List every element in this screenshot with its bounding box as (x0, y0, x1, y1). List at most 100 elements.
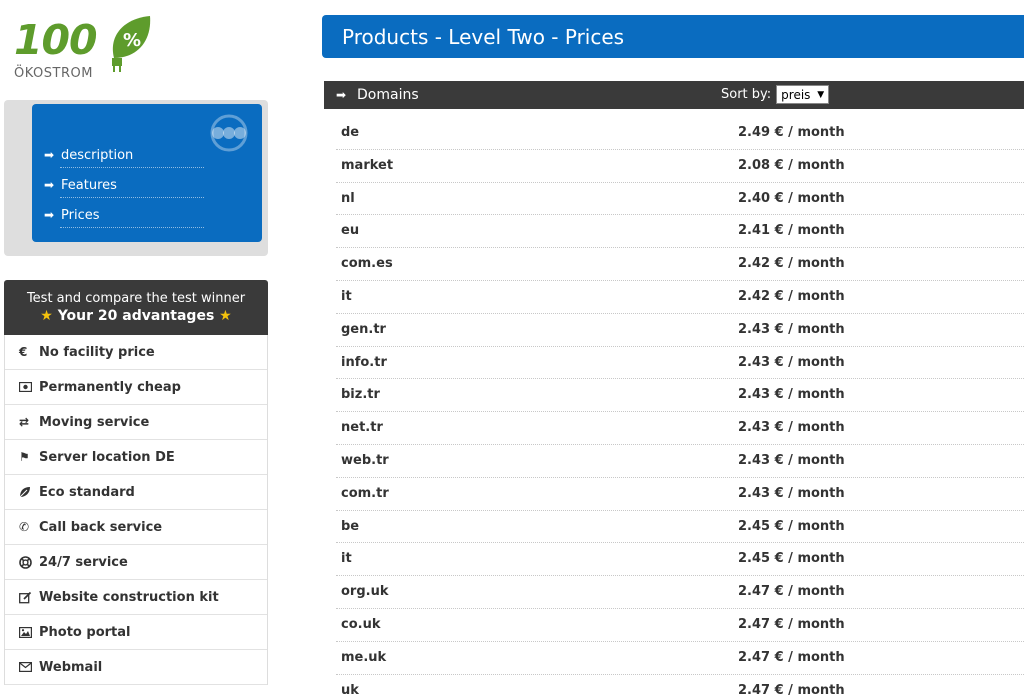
domain-price: 2.43 € / month (738, 452, 845, 468)
sort-select[interactable]: preis ▼ (776, 85, 830, 104)
table-row: nl 2.40 € / month (324, 183, 1024, 216)
domain-price: 2.43 € / month (738, 387, 845, 403)
domain-name: com.tr (341, 485, 389, 501)
domain-name: market (341, 157, 394, 173)
domain-price: 2.45 € / month (738, 551, 845, 567)
advantages-subtitle: ★ Your 20 advantages ★ (4, 307, 268, 325)
sort-selected-value: preis (781, 87, 811, 102)
advantage-label: Server location DE (39, 449, 175, 465)
advantage-label: Moving service (39, 414, 150, 430)
advantage-photo-portal[interactable]: Photo portal (5, 615, 267, 650)
table-row: co.uk 2.47 € / month (324, 609, 1024, 642)
table-row: uk 2.47 € / month (324, 675, 1024, 697)
envelope-icon (19, 662, 39, 672)
logo[interactable]: 100 % ÖKOSTROM (10, 12, 160, 86)
table-row: com.es 2.42 € / month (324, 248, 1024, 281)
euro-icon: € (19, 345, 28, 359)
sort-label: Sort by: (721, 87, 772, 102)
star-icon: ★ (219, 308, 232, 324)
nav-item-label: Prices (61, 207, 100, 223)
nav-item-description[interactable]: ➡ description (44, 140, 204, 170)
domain-price: 2.45 € / month (738, 518, 845, 534)
table-row: market 2.08 € / month (324, 150, 1024, 183)
advantage-webmail[interactable]: Webmail (5, 650, 267, 685)
flag-icon: ⚑ (19, 450, 30, 464)
nav-list: ➡ description ➡ Features ➡ Prices (44, 140, 204, 230)
table-row: be 2.45 € / month (324, 511, 1024, 544)
lifebuoy-icon (19, 555, 39, 569)
logo-number: 100 (14, 16, 98, 64)
domain-name: net.tr (341, 420, 383, 436)
domain-price: 2.47 € / month (738, 584, 845, 600)
arrow-right-icon: ➡ (336, 88, 347, 102)
domain-price: 2.47 € / month (738, 682, 845, 697)
advantage-label: No facility price (39, 344, 155, 360)
leaf-icon (19, 486, 39, 498)
nav-item-label: Features (61, 177, 117, 193)
table-row: info.tr 2.43 € / month (324, 347, 1024, 380)
domain-price: 2.41 € / month (738, 223, 845, 239)
product-nav-panel: ➡ description ➡ Features ➡ Prices (4, 100, 268, 256)
domain-name: it (341, 551, 352, 567)
table-row: gen.tr 2.43 € / month (324, 314, 1024, 347)
advantage-server-location[interactable]: ⚑ Server location DE (5, 440, 267, 475)
domain-price: 2.43 € / month (738, 420, 845, 436)
leaf-plug-icon: % (112, 16, 151, 72)
phone-icon: ✆ (19, 520, 30, 534)
domain-price: 2.47 € / month (738, 649, 845, 665)
money-icon (19, 382, 39, 392)
domain-price-list: de 2.49 € / month market 2.08 € / month nl 2.… (324, 117, 1024, 697)
sort-control: Sort by: preis ▼ (721, 85, 830, 104)
nav-item-prices[interactable]: ➡ Prices (44, 200, 204, 230)
domain-name: nl (341, 190, 355, 206)
domain-name: gen.tr (341, 321, 386, 337)
nav-item-features[interactable]: ➡ Features (44, 170, 204, 200)
table-row: com.tr 2.43 € / month (324, 478, 1024, 511)
domain-name: eu (341, 223, 360, 239)
page-title: Products - Level Two - Prices (322, 15, 1024, 58)
advantage-website-kit[interactable]: Website construction kit (5, 580, 267, 615)
domain-name: de (341, 125, 360, 140)
domain-price: 2.40 € / month (738, 190, 845, 206)
product-nav: ➡ description ➡ Features ➡ Prices (32, 104, 262, 242)
advantage-moving-service[interactable]: ⇄ Moving service (5, 405, 267, 440)
advantage-eco-standard[interactable]: Eco standard (5, 475, 267, 510)
advantage-24-7-service[interactable]: 24/7 service (5, 545, 267, 580)
table-row: net.tr 2.43 € / month (324, 412, 1024, 445)
domains-table-header: ➡ Domains Sort by: preis ▼ (324, 81, 1024, 109)
table-row: me.uk 2.47 € / month (324, 642, 1024, 675)
arrow-right-icon: ➡ (44, 178, 55, 192)
photo-icon (19, 626, 39, 638)
table-row: de 2.49 € / month (324, 117, 1024, 150)
exchange-icon: ⇄ (19, 415, 30, 429)
domain-name: info.tr (341, 354, 387, 370)
arrow-right-icon: ➡ (44, 148, 55, 162)
advantage-label: Photo portal (39, 624, 131, 640)
domain-price: 2.42 € / month (738, 256, 845, 272)
table-row: it 2.45 € / month (324, 543, 1024, 576)
domain-name: it (341, 288, 352, 304)
domain-name: com.es (341, 256, 393, 272)
dots-decoration-icon (210, 114, 248, 152)
domain-price: 2.43 € / month (738, 321, 845, 337)
domain-name: web.tr (341, 452, 389, 468)
table-row: biz.tr 2.43 € / month (324, 379, 1024, 412)
advantage-call-back-service[interactable]: ✆ Call back service (5, 510, 267, 545)
table-row: web.tr 2.43 € / month (324, 445, 1024, 478)
domain-name: biz.tr (341, 387, 380, 403)
advantage-label: Call back service (39, 519, 163, 535)
domain-name: uk (341, 682, 359, 697)
advantages-list: € No facility price Permanently cheap ⇄ … (4, 335, 268, 685)
table-row: it 2.42 € / month (324, 281, 1024, 314)
caret-down-icon: ▼ (817, 89, 825, 100)
advantage-label: Webmail (39, 659, 103, 675)
advantage-permanently-cheap[interactable]: Permanently cheap (5, 370, 267, 405)
advantages-subtitle-text: Your 20 advantages (57, 308, 215, 324)
domain-name: be (341, 518, 360, 534)
domain-price: 2.42 € / month (738, 288, 845, 304)
logo-wordmark: ÖKOSTROM (14, 66, 93, 81)
advantages-box: Test and compare the test winner ★ Your … (4, 280, 268, 685)
domain-price: 2.08 € / month (738, 157, 845, 173)
advantage-no-facility-price[interactable]: € No facility price (5, 335, 267, 370)
edit-icon (19, 591, 39, 604)
